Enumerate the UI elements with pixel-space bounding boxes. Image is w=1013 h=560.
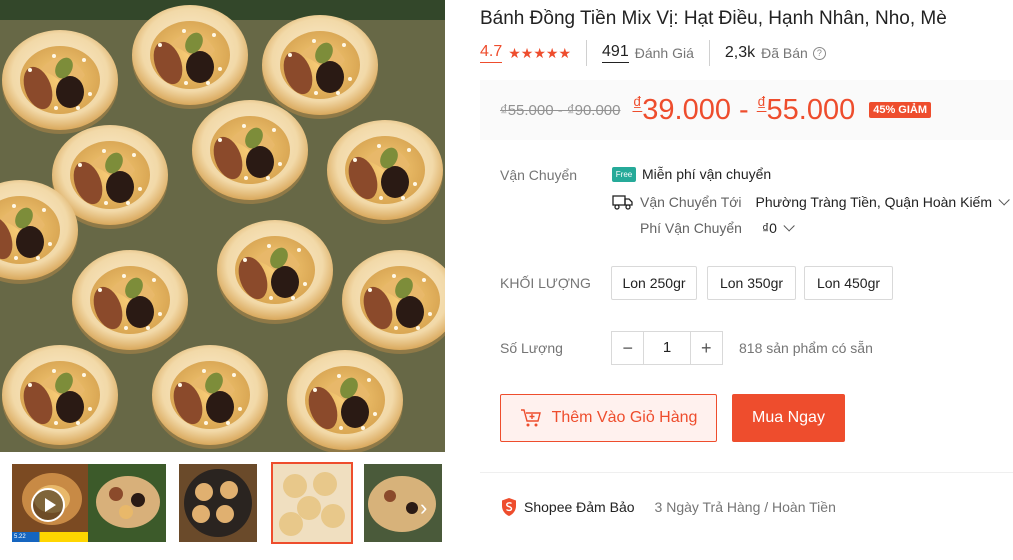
option-lon-350gr[interactable]: Lon 350gr bbox=[707, 266, 796, 300]
thumbnail-3-image bbox=[179, 464, 257, 542]
chevron-down-icon[interactable] bbox=[783, 220, 795, 232]
original-price: ₫55.000 - ₫90.000 bbox=[500, 101, 621, 119]
discount-badge: 45% GIẢM bbox=[869, 102, 931, 118]
thumbnail-2[interactable] bbox=[86, 462, 168, 544]
thumbnail-3[interactable] bbox=[177, 462, 259, 544]
truck-icon bbox=[612, 195, 633, 210]
quantity-stepper: − 1 + bbox=[611, 331, 723, 365]
rating-value[interactable]: 4.7 bbox=[480, 43, 503, 63]
price-box: ₫55.000 - ₫90.000 ₫39.000 - ₫55.000 45% … bbox=[480, 80, 1013, 140]
product-main-image[interactable] bbox=[0, 0, 445, 452]
thumbnail-5[interactable]: › bbox=[362, 462, 444, 544]
reviews-label: Đánh Giá bbox=[634, 45, 694, 61]
shipping-fee-label: Phí Vận Chuyển bbox=[640, 220, 742, 236]
quantity-input[interactable]: 1 bbox=[643, 332, 691, 364]
free-shipping-icon: Free bbox=[612, 166, 636, 182]
price-max: 55.000 bbox=[766, 93, 856, 126]
option-lon-250gr[interactable]: Lon 250gr bbox=[611, 266, 697, 300]
product-stats: 4.7 ★★★★★ 491 Đánh Giá 2,3k Đã Bán ? bbox=[480, 40, 826, 66]
ship-to-row: Vận Chuyển Tới Phường Tràng Tiền, Quận H… bbox=[612, 193, 1010, 211]
increase-button[interactable]: + bbox=[691, 332, 722, 364]
divider bbox=[586, 40, 588, 66]
guarantee-description: 3 Ngày Trả Hàng / Hoàn Tiền bbox=[654, 499, 836, 515]
product-title: Bánh Đồng Tiền Mix Vị: Hạt Điều, Hạnh Nh… bbox=[480, 8, 947, 29]
help-icon[interactable]: ? bbox=[812, 46, 826, 60]
divider bbox=[708, 40, 710, 66]
cookies-photo bbox=[0, 0, 445, 452]
stock-text: 818 sản phẩm có sẵn bbox=[739, 340, 873, 356]
decrease-button[interactable]: − bbox=[612, 332, 643, 364]
add-to-cart-icon bbox=[520, 409, 541, 427]
shipping-fee-row: Phí Vận Chuyển ₫0 bbox=[640, 220, 795, 236]
ship-to-value[interactable]: Phường Tràng Tiền, Quận Hoàn Kiếm bbox=[756, 194, 992, 210]
shipping-fee-value[interactable]: ₫0 bbox=[762, 220, 777, 236]
thumbnail-4-image bbox=[273, 464, 351, 542]
thumbnail-2-image bbox=[88, 464, 166, 542]
shipping-label: Vận Chuyển bbox=[500, 167, 578, 183]
current-price: ₫39.000 - ₫55.000 bbox=[632, 94, 855, 127]
quantity-label: Số Lượng bbox=[500, 340, 563, 356]
thumbnail-strip: 5.22 › bbox=[0, 458, 445, 544]
price-separator: - bbox=[730, 93, 757, 126]
play-icon bbox=[31, 488, 65, 522]
thumbnail-4[interactable] bbox=[271, 462, 353, 544]
sold-label: Đã Bán bbox=[761, 45, 808, 61]
rating-stars: ★★★★★ bbox=[508, 44, 572, 61]
currency-symbol: ₫ bbox=[632, 93, 643, 115]
variation-label: KHỐI LƯỢNG bbox=[500, 275, 591, 291]
shield-icon bbox=[502, 498, 516, 516]
shopee-guarantee[interactable]: Shopee Đảm Bảo 3 Ngày Trả Hàng / Hoàn Ti… bbox=[500, 497, 836, 517]
video-badge: 5.22 bbox=[12, 532, 90, 542]
thumbnail-video[interactable]: 5.22 bbox=[10, 462, 92, 544]
guarantee-title: Shopee Đảm Bảo bbox=[524, 499, 635, 515]
chevron-down-icon[interactable] bbox=[998, 194, 1010, 206]
add-to-cart-button[interactable]: Thêm Vào Giỏ Hàng bbox=[500, 394, 717, 442]
divider bbox=[480, 472, 1013, 473]
buy-now-button[interactable]: Mua Ngay bbox=[732, 394, 845, 442]
free-shipping-text: Miễn phí vận chuyển bbox=[642, 166, 772, 182]
reviews-count[interactable]: 491 bbox=[602, 43, 629, 63]
price-min: 39.000 bbox=[642, 93, 731, 126]
next-thumbnail-arrow[interactable]: › bbox=[420, 496, 436, 520]
add-to-cart-label: Thêm Vào Giỏ Hàng bbox=[551, 409, 698, 426]
free-shipping-row: Free Miễn phí vận chuyển bbox=[612, 166, 771, 182]
sold-count: 2,3k bbox=[724, 44, 756, 61]
ship-to-label: Vận Chuyển Tới bbox=[640, 194, 742, 210]
currency-symbol: ₫ bbox=[756, 93, 767, 115]
option-lon-450gr[interactable]: Lon 450gr bbox=[804, 266, 893, 300]
